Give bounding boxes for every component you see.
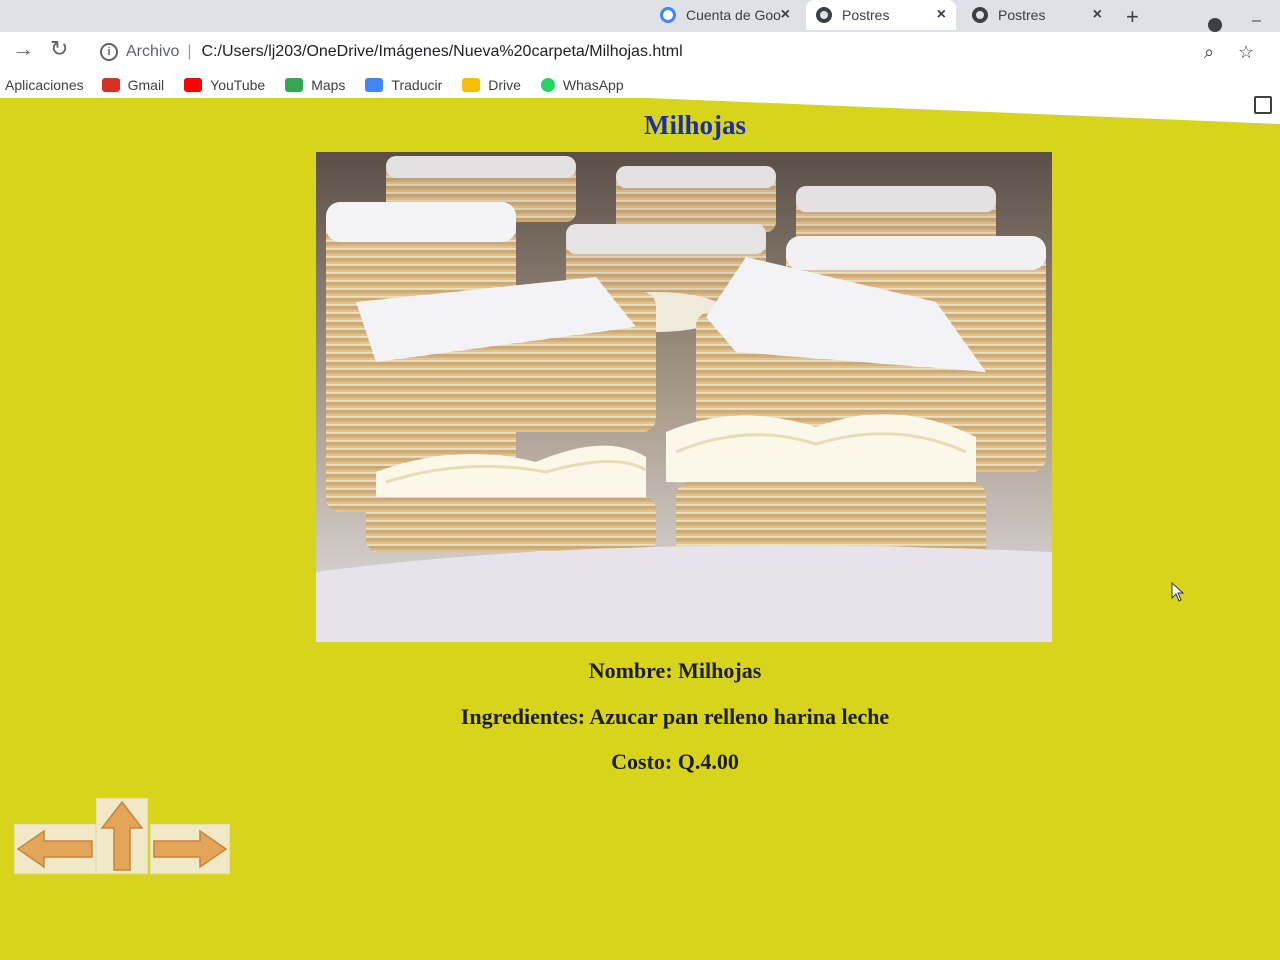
star-icon[interactable]: ☆ <box>1238 42 1254 63</box>
bookmark-label: YouTube <box>210 77 266 93</box>
bookmark-label: WhasApp <box>562 77 624 93</box>
tab-close-icon[interactable]: × <box>1093 6 1102 24</box>
bookmark-label: Aplicaciones <box>5 77 84 93</box>
right-arrow-icon <box>153 829 228 869</box>
tab-label: Postres <box>842 7 890 23</box>
tab-strip: Cuenta de Goo × Postres × Postres × + – <box>0 0 1280 34</box>
bookmark-label: Drive <box>488 77 521 93</box>
gmail-icon <box>101 78 120 92</box>
minimize-icon[interactable]: – <box>1252 12 1261 30</box>
up-arrow-button[interactable] <box>96 798 148 874</box>
left-arrow-icon <box>16 829 93 869</box>
pastry-image <box>316 152 1052 642</box>
tab-postres-active[interactable]: Postres × <box>806 0 956 30</box>
forward-icon[interactable]: → <box>12 36 34 62</box>
reload-icon[interactable]: ↻ <box>50 36 68 62</box>
up-arrow-icon <box>100 800 144 871</box>
bookmark-drive[interactable]: Drive <box>462 77 521 93</box>
maps-icon <box>285 78 304 92</box>
tab-label: Postres <box>998 7 1046 23</box>
bookmark-maps[interactable]: Maps <box>285 77 345 93</box>
youtube-icon <box>184 78 203 92</box>
google-icon <box>660 7 676 23</box>
back-arrow-button[interactable] <box>14 824 96 874</box>
tab-cuenta-google[interactable]: Cuenta de Goo × <box>650 0 800 30</box>
bookmark-traducir[interactable]: Traducir <box>365 77 442 93</box>
address-bar[interactable]: i Archivo | C:/Users/lj203/OneDrive/Imág… <box>90 32 1190 72</box>
mouse-cursor-icon <box>1171 582 1185 602</box>
page-title: Milhojas <box>643 110 746 140</box>
tab-close-icon[interactable]: × <box>781 6 790 24</box>
pastry-ingredients: Ingredientes: Azucar pan relleno harina … <box>460 704 890 729</box>
pastry-name: Nombre: Milhojas <box>588 658 762 683</box>
scheme-label: Archivo <box>126 43 180 60</box>
translate-icon <box>365 78 384 92</box>
bookmark-label: Traducir <box>391 77 443 93</box>
scheme-separator: | <box>187 43 192 60</box>
bookmark-gmail[interactable]: Gmail <box>101 77 165 93</box>
new-tab-button[interactable]: + <box>1126 4 1139 30</box>
bookmark-label: Gmail <box>127 77 165 93</box>
bookmark-apps[interactable]: Aplicaciones <box>5 77 84 93</box>
info-icon[interactable]: i <box>100 43 118 61</box>
browser-toolbar: → ↻ i Archivo | C:/Users/lj203/OneDrive/… <box>0 32 1280 72</box>
bookmark-label: Maps <box>311 77 346 93</box>
bookmark-whatsapp[interactable]: WhasApp <box>540 77 624 93</box>
tab-close-icon[interactable]: × <box>937 6 946 24</box>
globe-icon <box>972 7 988 23</box>
bookmarks-bar: Aplicaciones Gmail YouTube Maps Traducir… <box>0 72 1280 98</box>
milhojas-photo <box>316 152 1052 642</box>
url-text[interactable]: C:/Users/lj203/OneDrive/Imágenes/Nueva%2… <box>202 43 683 61</box>
whatsapp-icon <box>540 78 555 92</box>
tab-label: Cuenta de Goo <box>686 7 781 23</box>
globe-icon <box>816 7 832 23</box>
forward-arrow-button[interactable] <box>150 824 230 874</box>
bookmark-youtube[interactable]: YouTube <box>184 77 265 93</box>
profile-icon[interactable] <box>1208 18 1222 32</box>
zoom-icon[interactable]: ⌕ <box>1204 42 1214 63</box>
drive-icon <box>462 78 481 92</box>
pastry-cost: Costo: Q.4.00 <box>611 749 739 774</box>
tab-postres[interactable]: Postres × <box>962 0 1112 30</box>
